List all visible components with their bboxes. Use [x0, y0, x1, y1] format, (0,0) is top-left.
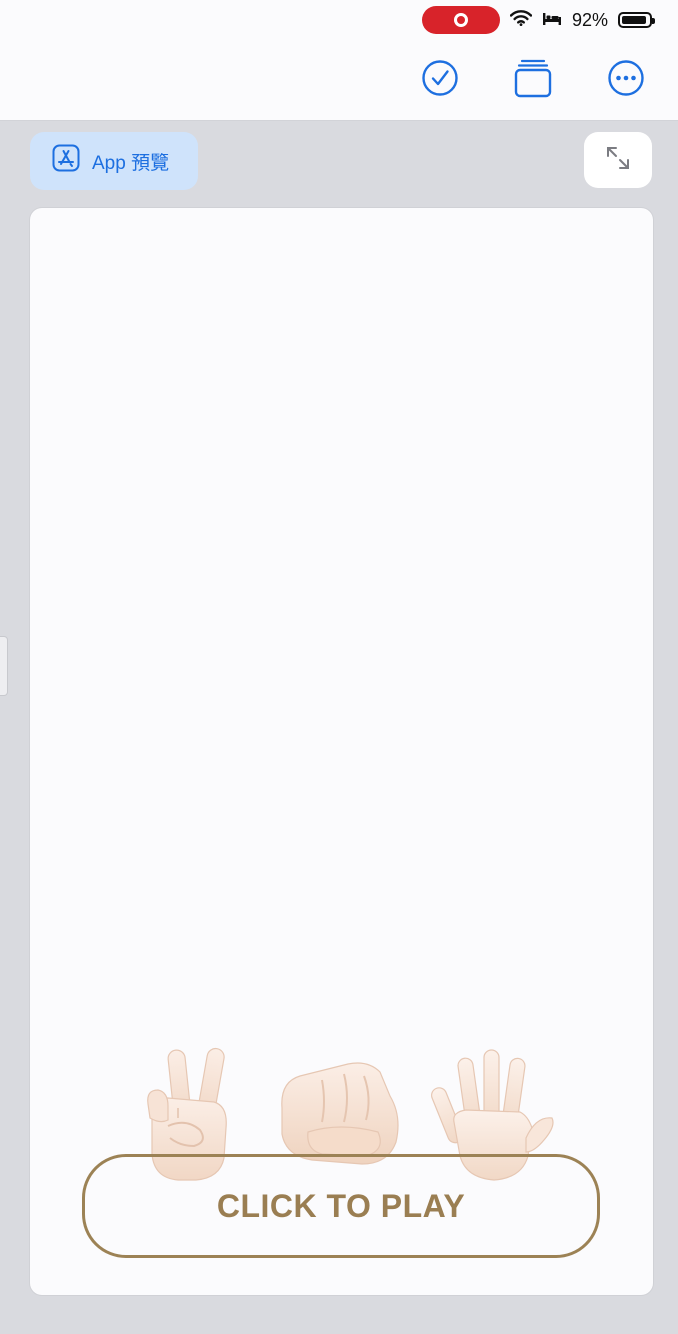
battery-percentage: 92% — [571, 9, 608, 30]
bed-icon — [542, 10, 562, 31]
expand-button[interactable] — [584, 132, 652, 188]
app-preview-label: App 預覽 — [92, 152, 170, 174]
side-drag-handle[interactable] — [0, 636, 8, 696]
done-button[interactable] — [420, 59, 460, 102]
top-bar: 92% — [0, 0, 678, 121]
app-preview-button[interactable]: App 預覽 — [30, 132, 198, 190]
status-bar: 92% — [421, 6, 655, 34]
screen-recording-indicator[interactable] — [421, 6, 500, 34]
battery-fill — [622, 16, 646, 24]
more-button[interactable] — [606, 59, 646, 102]
app-store-icon — [52, 144, 80, 178]
click-to-play-button[interactable]: CLICK TO PLAY — [82, 1154, 600, 1258]
checkmark-circle-icon — [421, 59, 459, 102]
windows-button[interactable] — [513, 58, 553, 103]
more-ellipsis-icon — [607, 59, 645, 102]
stacked-windows-icon — [513, 58, 553, 103]
battery-icon — [618, 12, 655, 28]
preview-canvas: CLICK TO PLAY — [30, 208, 653, 1295]
record-icon — [453, 13, 468, 27]
expand-arrows-icon — [604, 144, 632, 177]
wifi-icon — [509, 9, 533, 31]
